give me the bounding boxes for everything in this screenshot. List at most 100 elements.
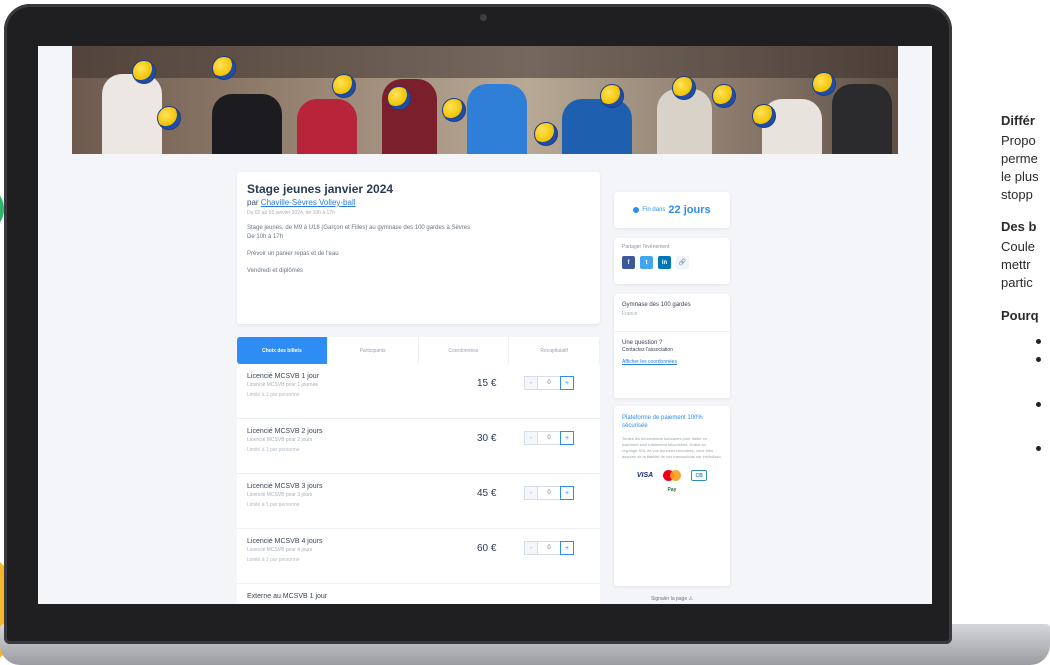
description-line: Vendredi et diplômés: [247, 268, 304, 274]
organizer-link[interactable]: Chaville-Sèvres Volley-ball: [261, 198, 356, 207]
facebook-share-button[interactable]: f: [622, 256, 635, 269]
secure-payment-title: Plateforme de paiement 100% sécurisée: [622, 415, 703, 429]
volleyball-icon: [672, 76, 696, 100]
ticket-description: Licencié MCSVB pour 2 jours: [247, 437, 313, 443]
bullet-icon: [1036, 402, 1041, 407]
ticket-price: 15 €: [477, 378, 497, 389]
quantity-stepper: - 0 +: [524, 376, 574, 390]
volleyball-icon: [534, 122, 558, 146]
event-organizer: par Chaville-Sèvres Volley-ball: [247, 198, 590, 207]
step-ticket-choice[interactable]: Choix des billets: [237, 337, 328, 364]
volleyball-icon: [442, 98, 466, 122]
paragraph-line: Propo: [1001, 133, 1036, 148]
player-figure: [212, 94, 282, 154]
organizer-prefix: par: [247, 198, 259, 207]
decrement-button[interactable]: -: [524, 431, 538, 445]
volleyball-icon: [812, 72, 836, 96]
volleyball-icon: [387, 86, 411, 110]
mastercard-orange-circle: [670, 470, 682, 481]
ticket-limit: Limité à 1 par personne: [247, 447, 300, 453]
step-summary[interactable]: Récapitulatif: [509, 337, 600, 364]
volleyball-icon: [212, 56, 236, 80]
ticket-price: 45 €: [477, 488, 497, 499]
share-label: Partager l'événement: [622, 244, 670, 250]
increment-button[interactable]: +: [560, 541, 574, 555]
bullet-icon: [1036, 339, 1041, 344]
section-heading: Des b: [1001, 219, 1037, 234]
ticket-price: 30 €: [477, 433, 497, 444]
payment-logos: VISA CB: [622, 470, 722, 481]
ticket-row: Licencié MCSVB 1 jour Licencié MCSVB pou…: [237, 364, 600, 419]
player-figure: [297, 99, 357, 154]
ticket-price: 60 €: [477, 543, 497, 554]
quantity-value[interactable]: 0: [538, 431, 560, 445]
ticket-row: Externe au MCSVB 1 jour: [237, 584, 600, 604]
increment-button[interactable]: +: [560, 486, 574, 500]
bullet-icon: [1036, 446, 1041, 451]
deadline-prefix: Fin dans: [642, 207, 666, 213]
volleyball-icon: [132, 60, 156, 84]
hero-background: [72, 46, 898, 78]
deadline-value: 22 jours: [668, 204, 711, 216]
volleyball-icon: [712, 84, 736, 108]
ticket-row: Licencié MCSVB 4 jours Licencié MCSVB po…: [237, 529, 600, 584]
description-line: De 10h à 17h: [247, 234, 284, 240]
visa-logo: VISA: [636, 472, 654, 479]
screenshot-stage: Stage jeunes janvier 2024 par Chaville-S…: [0, 0, 1050, 665]
paragraph-line: stopp: [1001, 187, 1033, 202]
show-contact-link[interactable]: Afficher les coordonnées: [622, 359, 722, 365]
quantity-stepper: - 0 +: [524, 431, 574, 445]
ticket-description: Licencié MCSVB pour 3 jours: [247, 492, 313, 498]
twitter-share-button[interactable]: t: [640, 256, 653, 269]
decrement-button[interactable]: -: [524, 541, 538, 555]
paragraph-line: Coule: [1001, 239, 1035, 254]
ticket-name: Externe au MCSVB 1 jour: [247, 593, 328, 600]
player-figure: [102, 74, 162, 154]
ticket-limit: Limité à 1 par personne: [247, 502, 300, 508]
ticket-description: Licencié MCSVB pour 4 jours: [247, 547, 313, 553]
event-date: Du 02 au 05 janvier 2024, de 10h à 17h: [247, 210, 335, 216]
quantity-stepper: - 0 +: [524, 541, 574, 555]
quantity-stepper: - 0 +: [524, 486, 574, 500]
ticket-limit: Limité à 1 par personne: [247, 557, 300, 563]
ticket-name: Licencié MCSVB 4 jours: [247, 538, 323, 545]
secure-payment-text: Toutes les informations bancaires pour t…: [622, 436, 722, 459]
quantity-value[interactable]: 0: [538, 541, 560, 555]
ticket-row: Licencié MCSVB 3 jours Licencié MCSVB po…: [237, 474, 600, 529]
event-info-card: Stage jeunes janvier 2024 par Chaville-S…: [237, 172, 600, 324]
quantity-value[interactable]: 0: [538, 376, 560, 390]
paragraph-line: le plus: [1001, 169, 1039, 184]
ticket-name: Licencié MCSVB 2 jours: [247, 428, 323, 435]
place-card: Gymnase des 100 gardes France Une questi…: [614, 294, 730, 398]
player-figure: [832, 84, 892, 154]
copy-link-button[interactable]: 🔗: [676, 256, 689, 269]
volleyball-icon: [157, 106, 181, 130]
camera-icon: [480, 14, 487, 21]
report-page-link[interactable]: Signaler la page ⚠: [614, 596, 730, 602]
decrement-button[interactable]: -: [524, 486, 538, 500]
place-country: France: [622, 311, 638, 317]
step-contact[interactable]: Coordonnées: [419, 337, 510, 364]
laptop-lid: Stage jeunes janvier 2024 par Chaville-S…: [4, 4, 952, 644]
section-heading: Pourq: [1001, 308, 1039, 323]
ticket-name: Licencié MCSVB 1 jour: [247, 373, 319, 380]
paragraph-line: perme: [1001, 151, 1038, 166]
step-participants[interactable]: Participants: [328, 337, 419, 364]
paragraph-line: mettr: [1001, 257, 1031, 272]
increment-button[interactable]: +: [560, 431, 574, 445]
pay-logo: Pay: [667, 487, 677, 493]
ticket-list: Licencié MCSVB 1 jour Licencié MCSVB pou…: [237, 364, 600, 604]
player-figure: [562, 99, 632, 154]
volleyball-icon: [600, 84, 624, 108]
share-card: Partager l'événement f t in 🔗: [614, 238, 730, 284]
linkedin-share-button[interactable]: in: [658, 256, 671, 269]
ticket-name: Licencié MCSVB 3 jours: [247, 483, 323, 490]
player-figure: [467, 84, 527, 154]
checkout-steps: Choix des billets Participants Coordonné…: [237, 337, 600, 364]
quantity-value[interactable]: 0: [538, 486, 560, 500]
volleyball-icon: [752, 104, 776, 128]
increment-button[interactable]: +: [560, 376, 574, 390]
decrement-button[interactable]: -: [524, 376, 538, 390]
section-heading: Différ: [1001, 113, 1035, 128]
description-line: Prévoir un panier repas et de l'eau: [247, 251, 339, 257]
